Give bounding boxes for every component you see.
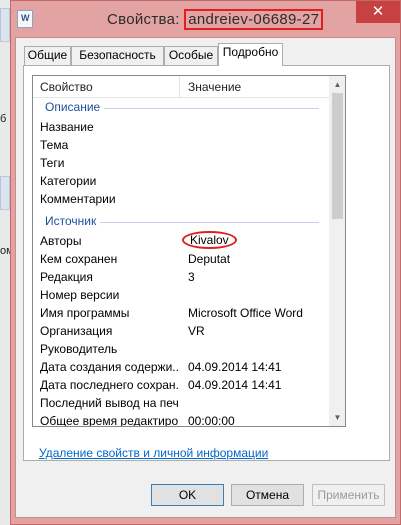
ok-button[interactable]: OK xyxy=(151,484,224,506)
list-item[interactable]: Авторы Kivalov xyxy=(33,231,329,250)
window-title-prefix: Свойства: xyxy=(107,11,185,28)
property-name: Последний вывод на печ... xyxy=(40,396,178,410)
column-divider[interactable] xyxy=(179,76,180,98)
property-value: Microsoft Office Word xyxy=(188,306,303,320)
list-item[interactable]: Редакция 3 xyxy=(33,268,329,286)
desktop-text-fragment: б xyxy=(0,113,7,125)
property-value: 3 xyxy=(188,270,195,284)
property-value: 04.09.2014 14:41 xyxy=(188,360,282,374)
property-name: Кем сохранен xyxy=(40,252,118,266)
group-source: Источник xyxy=(33,213,329,231)
list-item[interactable]: Руководитель xyxy=(33,340,329,358)
remove-properties-link[interactable]: Удаление свойств и личной информации xyxy=(39,446,268,460)
property-name: Тема xyxy=(40,138,69,152)
apply-button[interactable]: Применить xyxy=(312,484,385,506)
property-value: Kivalov xyxy=(182,231,237,249)
scroll-down-icon[interactable]: ▼ xyxy=(329,409,345,426)
list-header: Свойство Значение xyxy=(33,76,329,98)
window-title-filename: andreiev-06689-27 xyxy=(184,9,324,30)
word-document-icon xyxy=(17,10,33,28)
close-icon: ✕ xyxy=(371,3,385,20)
list-item[interactable]: Номер версии xyxy=(33,286,329,304)
property-name: Название xyxy=(40,120,94,134)
group-label: Источник xyxy=(45,214,101,228)
properties-window: Свойства: andreiev-06689-27 ✕ Общие Безо… xyxy=(10,0,401,525)
properties-list[interactable]: Свойство Значение Описание Название Тема… xyxy=(32,75,346,427)
close-button[interactable]: ✕ xyxy=(356,1,400,23)
list-item[interactable]: Общее время редактиро... 00:00:00 xyxy=(33,412,329,427)
tab-security[interactable]: Безопасность xyxy=(71,46,164,65)
title-bar[interactable]: Свойства: andreiev-06689-27 ✕ xyxy=(11,1,400,37)
list-item[interactable]: Кем сохранен Deputat xyxy=(33,250,329,268)
scroll-up-icon[interactable]: ▲ xyxy=(329,76,345,93)
property-name: Теги xyxy=(40,156,65,170)
cancel-button[interactable]: Отмена xyxy=(231,484,304,506)
column-header-property[interactable]: Свойство xyxy=(40,80,93,94)
list-item[interactable]: Дата последнего сохран... 04.09.2014 14:… xyxy=(33,376,329,394)
property-name: Редакция xyxy=(40,270,93,284)
property-name: Дата последнего сохран... xyxy=(40,378,178,392)
vertical-scrollbar[interactable]: ▲ ▼ xyxy=(329,76,345,426)
list-item[interactable]: Последний вывод на печ... xyxy=(33,394,329,412)
list-item[interactable]: Дата создания содержи... 04.09.2014 14:4… xyxy=(33,358,329,376)
property-value: 04.09.2014 14:41 xyxy=(188,378,282,392)
property-name: Дата создания содержи... xyxy=(40,360,178,374)
property-name: Общее время редактиро... xyxy=(40,414,178,427)
property-value: VR xyxy=(188,324,205,338)
tab-general[interactable]: Общие xyxy=(24,46,71,65)
list-item[interactable]: Имя программы Microsoft Office Word xyxy=(33,304,329,322)
property-name: Комментарии xyxy=(40,192,116,206)
property-value: 00:00:00 xyxy=(188,414,235,427)
desktop-file-icon xyxy=(0,176,10,210)
list-item[interactable]: Комментарии xyxy=(33,190,329,208)
property-name: Руководитель xyxy=(40,342,118,356)
list-item[interactable]: Название xyxy=(33,118,329,136)
window-title: Свойства: andreiev-06689-27 xyxy=(107,9,324,30)
property-name: Номер версии xyxy=(40,288,120,302)
property-value: Deputat xyxy=(188,252,231,266)
tab-custom[interactable]: Особые xyxy=(164,46,218,65)
list-item[interactable]: Теги xyxy=(33,154,329,172)
property-name: Категории xyxy=(40,174,97,188)
list-item[interactable]: Организация VR xyxy=(33,322,329,340)
property-name: Имя программы xyxy=(40,306,130,320)
group-label: Описание xyxy=(45,100,105,114)
tab-details[interactable]: Подробно xyxy=(218,43,283,66)
dialog-body: Общие Безопасность Особые Подробно Свойс… xyxy=(15,37,396,518)
list-item[interactable]: Тема xyxy=(33,136,329,154)
list-item[interactable]: Категории xyxy=(33,172,329,190)
scrollbar-thumb[interactable] xyxy=(332,93,343,219)
property-name: Авторы xyxy=(40,234,82,248)
group-description: Описание xyxy=(33,99,329,117)
property-name: Организация xyxy=(40,324,113,338)
desktop-file-icon xyxy=(0,8,10,42)
column-header-value[interactable]: Значение xyxy=(188,80,241,94)
